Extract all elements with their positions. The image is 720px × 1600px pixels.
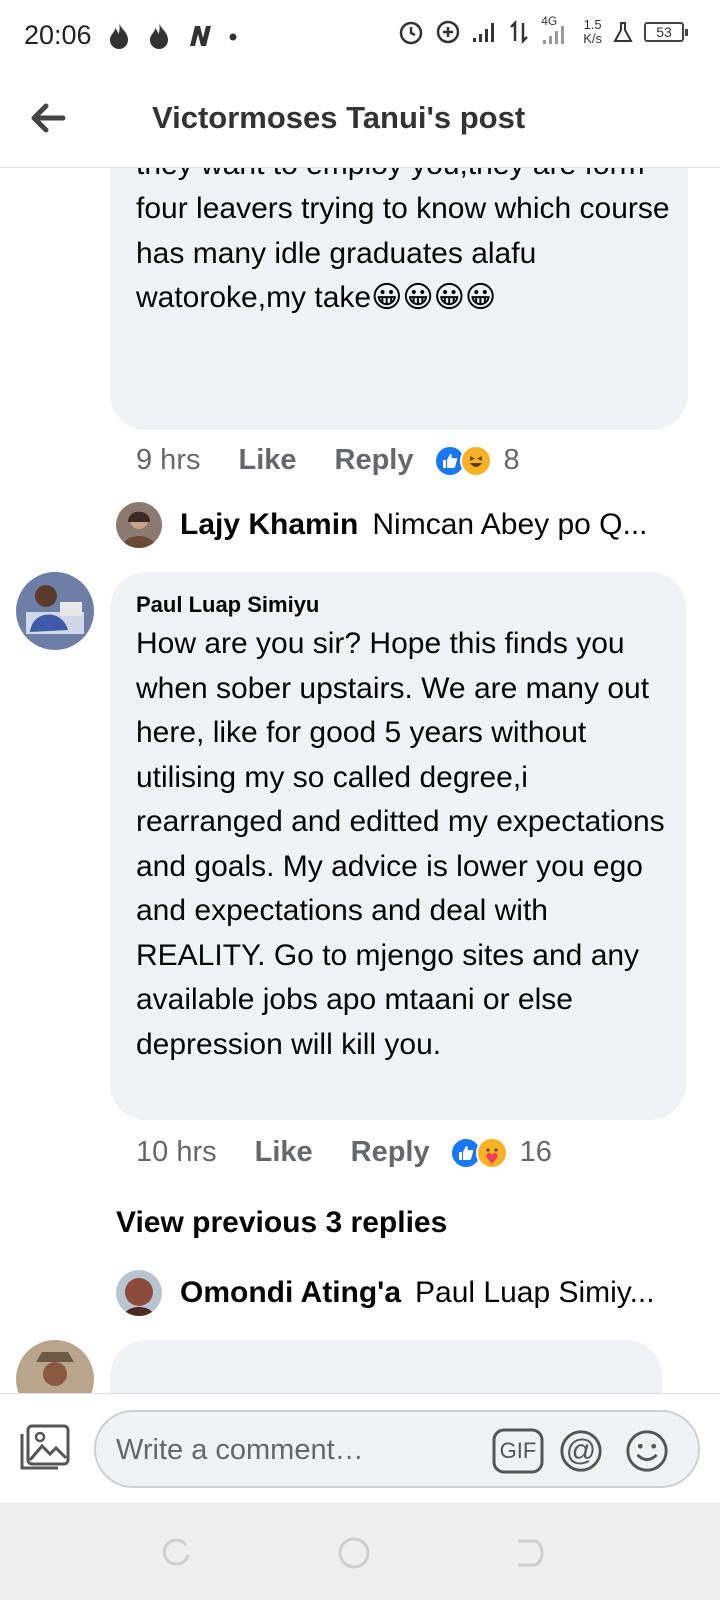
fire-icon [150, 23, 168, 49]
comment-bubble[interactable] [110, 1340, 662, 1393]
comments-feed[interactable]: which course did you graduate? Si ati th… [0, 168, 720, 1393]
mention-label: @ [565, 1434, 597, 1467]
view-previous-replies-link[interactable]: View previous 3 replies [116, 1206, 447, 1240]
comment-text: How are you sir? Hope this finds you whe… [136, 627, 665, 1061]
comment-bubble[interactable]: Paul Luap Simiyu How are you sir? Hope t… [110, 572, 686, 1120]
photo-icon [20, 1424, 70, 1470]
top-app-bar: Victormoses Tanui's post [0, 72, 720, 168]
reply-author[interactable]: Omondi Ating'a [180, 1276, 401, 1310]
network-speed: 1.5 K/s [583, 17, 602, 46]
recent-apps-icon[interactable] [156, 1533, 196, 1573]
avatar[interactable] [16, 572, 94, 650]
data-transfer-icon [510, 19, 529, 45]
back-nav-icon[interactable] [508, 1533, 548, 1573]
back-button[interactable] [26, 96, 70, 140]
system-nav-bar [0, 1503, 720, 1600]
battery-icon: 53 [644, 22, 688, 42]
netflix-n-icon [190, 26, 211, 46]
signal-icon [473, 23, 495, 42]
comment-text: which course did you graduate? Si ati th… [136, 168, 670, 314]
reaction-count: 8 [503, 444, 520, 476]
comment-actions: 9 hrs Like Reply 8 [136, 444, 520, 477]
flask-icon [613, 22, 633, 42]
like-button[interactable]: Like [255, 1136, 313, 1169]
status-bar: 20:06 4G 1.5 K/s 53 [0, 0, 720, 72]
comment-input[interactable] [116, 1430, 476, 1470]
fire-icon [110, 23, 128, 49]
reply-preview[interactable]: Omondi Ating'a Paul Luap Simiy... [116, 1270, 655, 1316]
haha-reaction-icon [459, 444, 492, 477]
network-type: 4G [539, 14, 573, 46]
alarm-icon [399, 21, 423, 45]
comment-author[interactable]: Paul Luap Simiyu [136, 592, 319, 618]
reply-snippet: Nimcan Abey po Q... [372, 508, 648, 541]
reply-button[interactable]: Reply [335, 444, 414, 477]
dot-icon [229, 33, 237, 41]
photo-button[interactable] [18, 1422, 72, 1474]
comment-input-container[interactable]: GIF @ [94, 1410, 700, 1488]
comment-time: 10 hrs [136, 1136, 217, 1168]
reply-preview[interactable]: Lajy Khamin Nimcan Abey po Q... [116, 502, 648, 548]
gif-button[interactable]: GIF [492, 1428, 544, 1474]
signal-icon [543, 26, 565, 44]
status-time: 20:06 [24, 20, 92, 50]
home-icon[interactable] [334, 1533, 374, 1573]
avatar[interactable] [116, 502, 162, 548]
system-icons: 4G 1.5 K/s 53 [397, 14, 688, 46]
arrow-left-icon [31, 103, 66, 133]
data-saver-icon [436, 20, 460, 44]
comment-composer: GIF @ [0, 1393, 720, 1503]
reply-button[interactable]: Reply [351, 1136, 430, 1169]
comment-actions: 10 hrs Like Reply 16 [136, 1136, 552, 1169]
gif-label: GIF [499, 1438, 537, 1463]
like-button[interactable]: Like [238, 444, 296, 477]
reaction-summary[interactable]: 16 [449, 1136, 552, 1169]
comment-bubble[interactable]: which course did you graduate? Si ati th… [110, 168, 688, 430]
smiley-icon [626, 1430, 668, 1472]
mention-button[interactable]: @ [558, 1428, 604, 1474]
page-title: Victormoses Tanui's post [152, 100, 526, 135]
avatar[interactable] [116, 1270, 162, 1316]
emoji-button[interactable] [624, 1428, 670, 1474]
avatar[interactable] [16, 1340, 94, 1393]
reply-snippet: Paul Luap Simiy... [415, 1276, 655, 1309]
comment-time: 9 hrs [136, 444, 201, 476]
notification-icons [106, 22, 238, 50]
reply-author[interactable]: Lajy Khamin [180, 508, 358, 542]
reaction-summary[interactable]: 8 [433, 444, 520, 477]
reaction-count: 16 [519, 1136, 552, 1168]
care-reaction-icon [475, 1136, 508, 1169]
